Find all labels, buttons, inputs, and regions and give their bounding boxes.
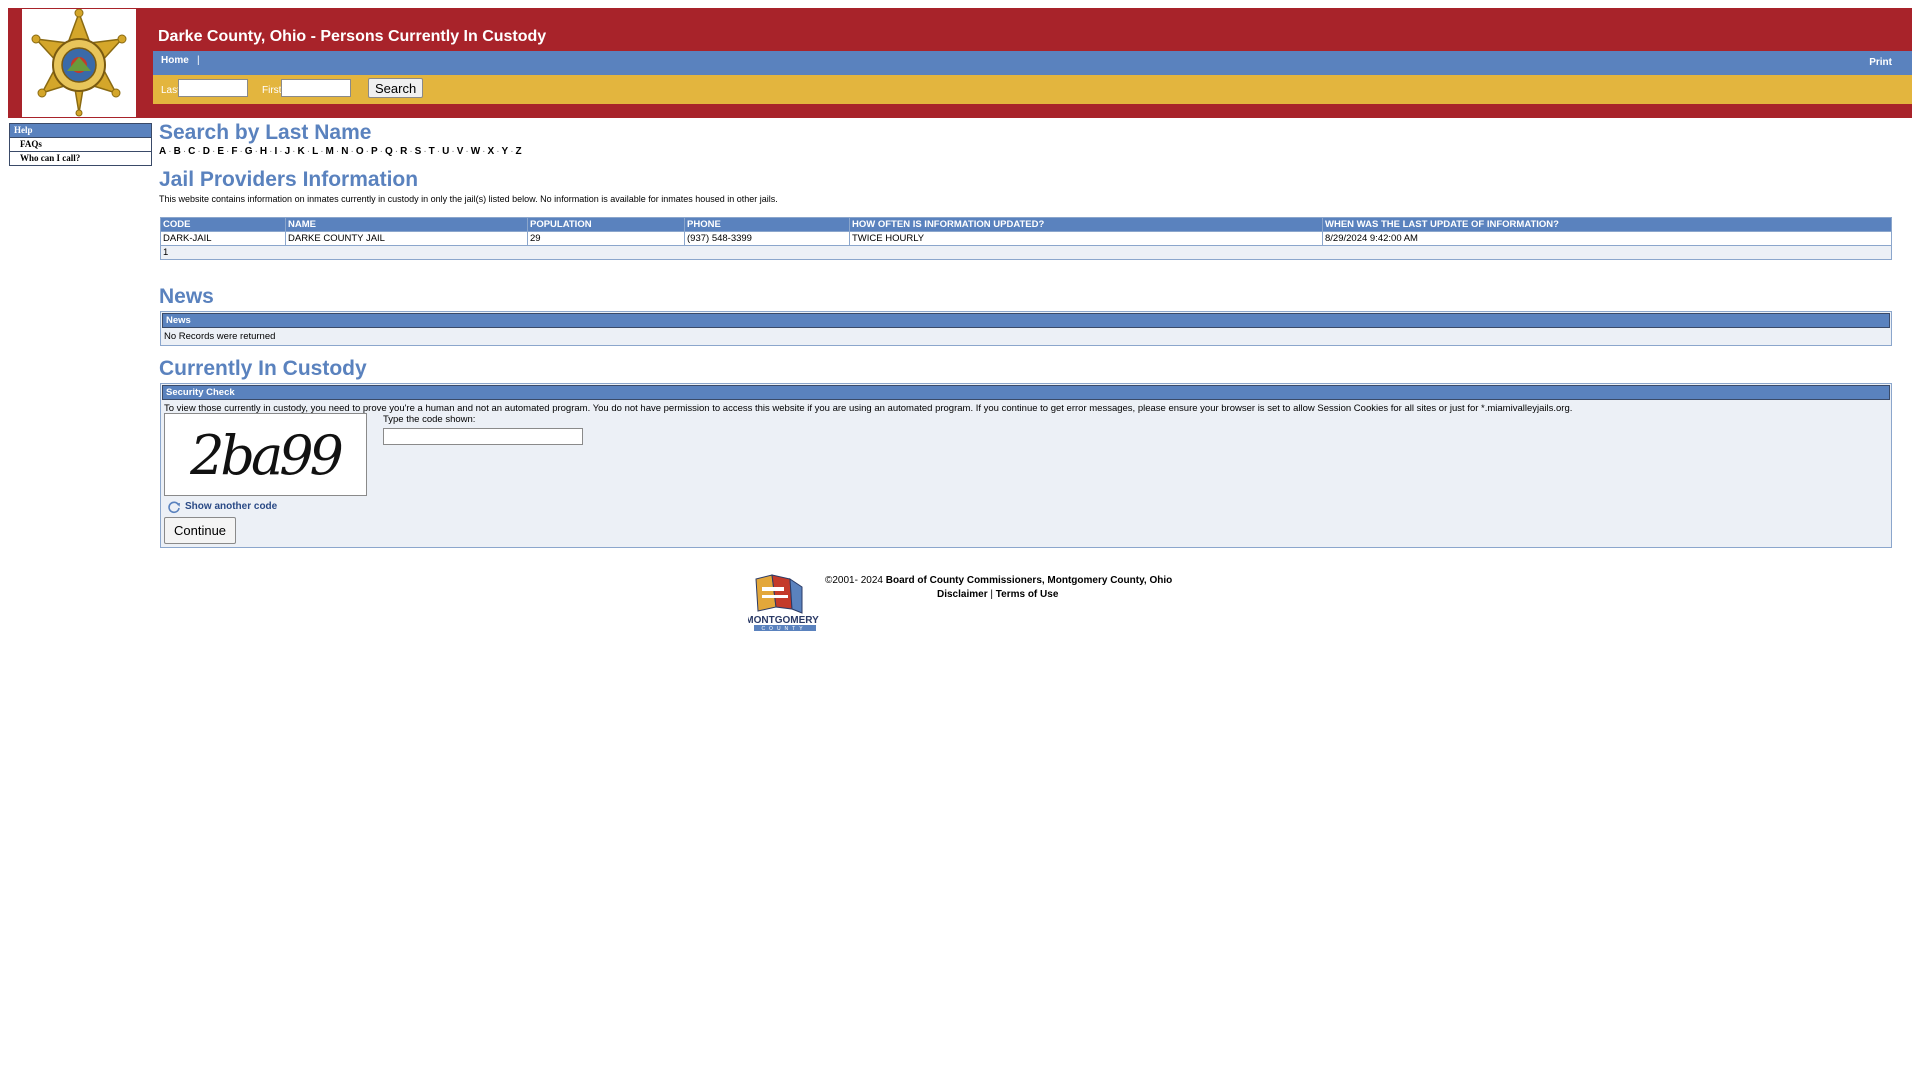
jail-providers-table: CODE NAME POPULATION PHONE HOW OFTEN IS … [160,217,1892,260]
letter-link-t[interactable]: T [429,146,435,157]
letter-link-q[interactable]: Q [385,146,393,157]
nav-separator: | [197,55,200,66]
last-name-input[interactable] [178,79,248,97]
letter-separator: · [482,146,486,157]
copyright-org: Board of County Commissioners, Montgomer… [885,575,1173,586]
letter-separator: · [306,146,311,157]
copyright-text: ©2001- 2024 Board of County Commissioner… [825,575,1172,586]
code-label: Type the code shown: [383,414,476,425]
table-cell: DARK-JAIL [160,231,286,246]
help-sidebar: Help FAQs Who can I call? [9,123,152,166]
column-header[interactable]: NAME [285,217,528,232]
letter-link-b[interactable]: B [174,146,181,157]
sidebar-item-who-can-i-call[interactable]: Who can I call? [10,152,151,165]
column-header[interactable]: POPULATION [527,217,685,232]
jail-providers-note: This website contains information on inm… [159,194,778,204]
letter-separator: · [423,146,427,157]
logo-subtext: COUNTY [761,626,806,632]
sheriff-badge-logo [22,8,136,117]
letter-separator: · [254,146,258,157]
site-header: Darke County, Ohio - Persons Currently I… [8,8,1912,118]
table-row: DARK-JAIL DARKE COUNTY JAIL 29 (937) 548… [160,231,1892,246]
continue-button[interactable]: Continue [164,517,237,544]
letter-separator: · [350,146,354,157]
news-heading: News [159,285,214,308]
captcha-code: 2ba99 [189,424,342,487]
alphabet-index: A · B · C · D · E · F · G · H · I · J · K · L · M · N · O · P · Q · R · S · T ·… [159,146,522,157]
table-cell: TWICE HOURLY [849,231,1323,246]
sidebar-help-header: Help [10,124,151,138]
first-name-label: First [262,85,282,96]
letter-separator: · [379,146,383,157]
footer-links: Disclaimer | Terms of Use [937,589,1058,600]
column-header[interactable]: CODE [160,217,286,232]
letter-link-e[interactable]: E [217,146,224,157]
letter-separator: · [168,146,172,157]
column-header[interactable]: PHONE [684,217,850,232]
table-cell: (937) 548-3399 [684,231,850,246]
show-another-code-link[interactable]: Show another code [185,501,277,512]
letter-separator: · [465,146,469,157]
column-header[interactable]: HOW OFTEN IS INFORMATION UPDATED? [849,217,1323,232]
footer-link-separator: | [990,589,993,600]
letter-separator: · [279,146,283,157]
letter-link-g[interactable]: G [245,146,253,157]
logo-text: MONTGOMERY [748,615,819,626]
table-cell: DARKE COUNTY JAIL [285,231,528,246]
sidebar-item-faqs[interactable]: FAQs [10,138,151,152]
news-empty-message: No Records were returned [161,329,1891,344]
table-cell: 29 [527,231,685,246]
table-pager-row: 1 [160,245,1892,260]
security-check-panel: Security Check To view those currently i… [160,383,1892,548]
table-header-row: CODE NAME POPULATION PHONE HOW OFTEN IS … [160,217,1892,232]
print-link[interactable]: Print [1869,57,1892,68]
copyright-prefix: ©2001- 2024 [825,575,883,586]
nav-home-link[interactable]: Home [161,55,189,66]
letter-link-p[interactable]: P [371,146,378,157]
disclaimer-link[interactable]: Disclaimer [937,589,988,600]
captcha-code-input[interactable] [383,428,583,445]
letter-link-m[interactable]: M [326,146,334,157]
search-button[interactable]: Search [368,78,424,98]
nav-bar: Home | Print [153,51,1912,75]
first-name-input[interactable] [281,79,351,97]
pager-page-1[interactable]: 1 [160,245,1892,260]
letter-separator: · [510,146,514,157]
security-check-header: Security Check [162,385,1890,400]
letter-link-o[interactable]: O [356,146,364,157]
letter-link-z[interactable]: Z [516,146,522,157]
letter-separator: · [320,146,324,157]
news-panel: News No Records were returned [160,311,1892,346]
news-panel-header: News [162,313,1890,328]
montgomery-county-logo-icon: MONTGOMERY COUNTY [745,574,819,632]
letter-separator: · [409,146,413,157]
montgomery-county-logo: MONTGOMERY COUNTY [745,573,820,633]
letter-link-w[interactable]: W [471,146,480,157]
letter-separator: · [496,146,500,157]
letter-separator: · [451,146,455,157]
terms-of-use-link[interactable]: Terms of Use [996,589,1059,600]
currently-in-custody-heading: Currently In Custody [159,357,367,380]
letter-link-k[interactable]: K [298,146,305,157]
letter-separator: · [394,146,399,157]
sheriff-star-icon [31,8,127,117]
letter-separator: · [197,146,201,157]
captcha-image: 2ba99 [164,413,367,496]
column-header[interactable]: WHEN WAS THE LAST UPDATE OF INFORMATION? [1322,217,1892,232]
letter-separator: · [292,146,296,157]
search-bar: Last First Search [153,75,1912,104]
search-by-last-name-heading: Search by Last Name [159,121,372,144]
jail-providers-heading: Jail Providers Information [159,168,419,191]
table-cell: 8/29/2024 9:42:00 AM [1322,231,1892,246]
letter-link-d[interactable]: D [203,146,210,157]
refresh-icon[interactable] [167,500,181,514]
letter-separator: · [239,146,243,157]
page-title: Darke County, Ohio - Persons Currently I… [158,28,547,45]
letter-separator: · [365,146,369,157]
